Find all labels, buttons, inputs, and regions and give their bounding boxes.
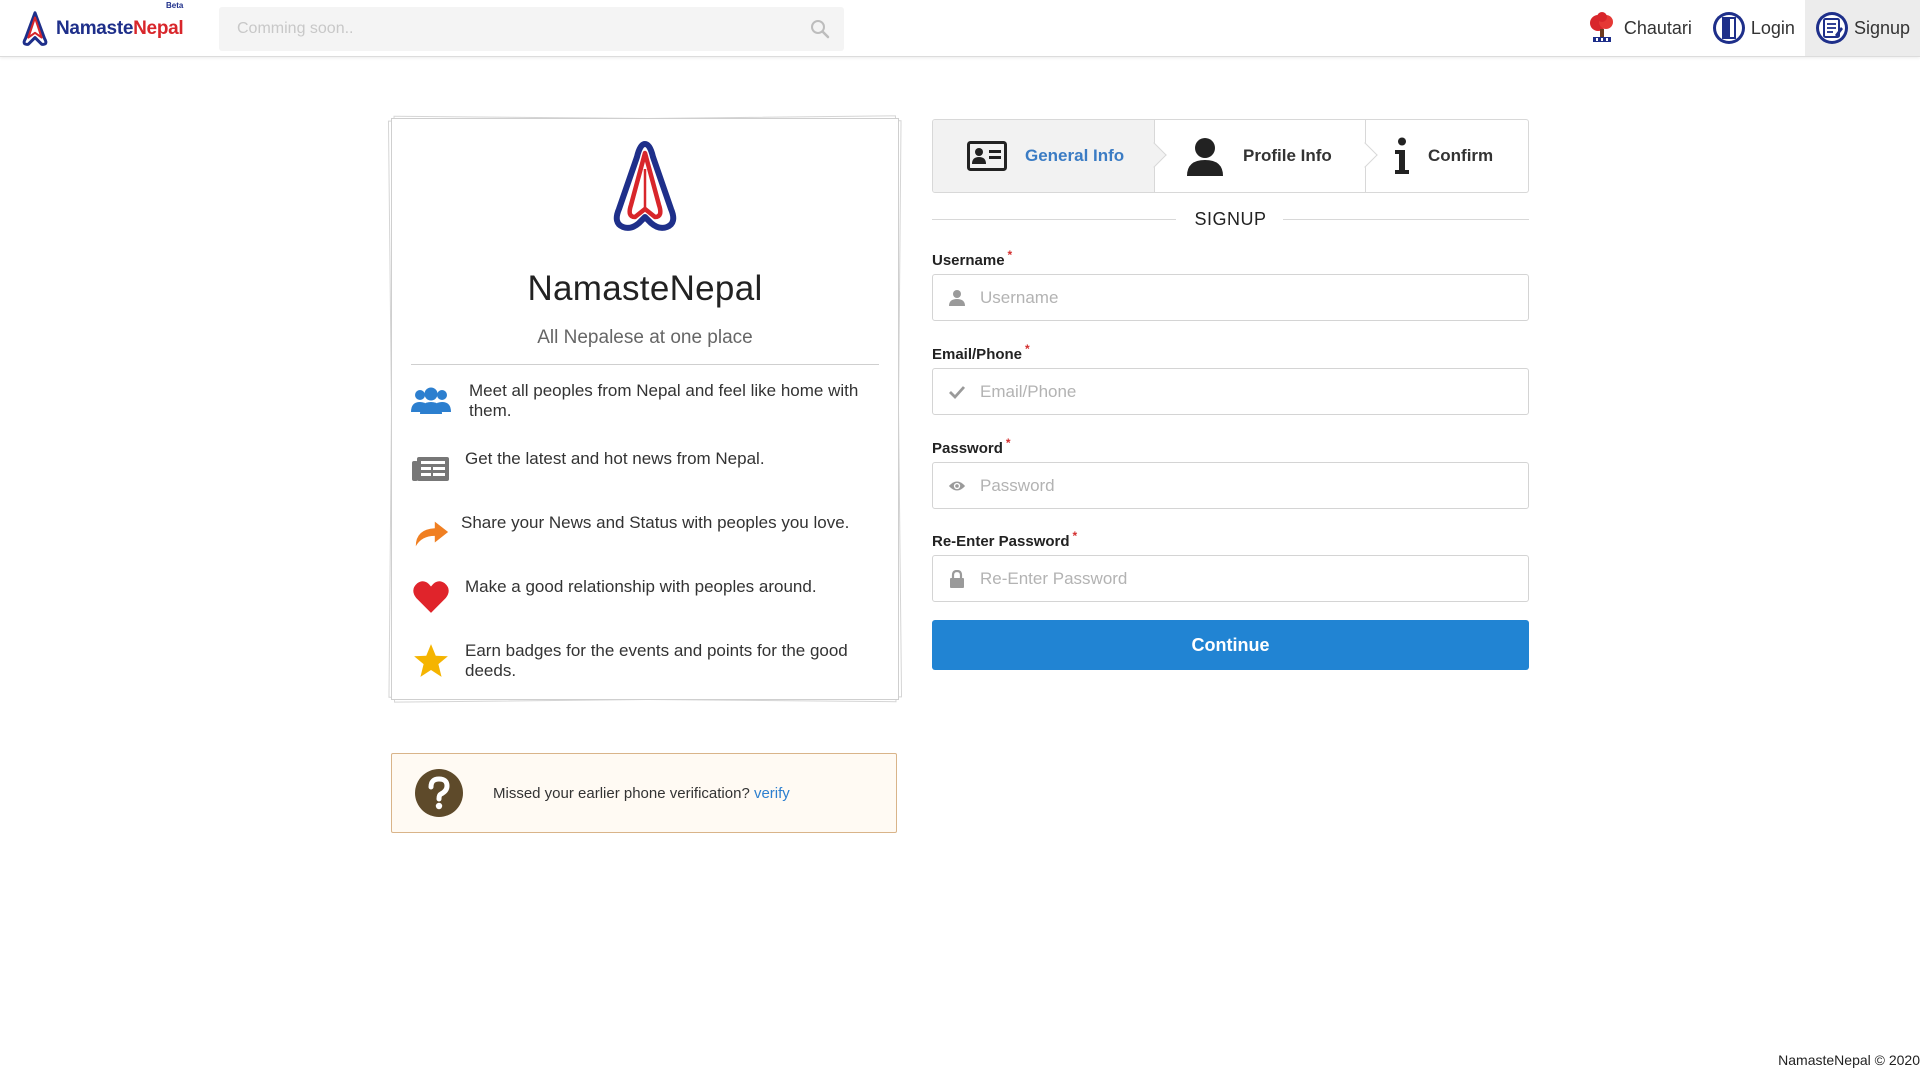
username-input[interactable]	[966, 275, 1528, 320]
username-field	[932, 274, 1529, 321]
phone-verification-notice: Missed your earlier phone verification? …	[391, 753, 897, 833]
search-icon[interactable]	[810, 19, 830, 39]
nav-login[interactable]: Login	[1702, 0, 1805, 56]
card-divider	[411, 364, 879, 365]
notice-text: Missed your earlier phone verification? …	[493, 785, 790, 802]
nav-links: Chautari Login Signup	[1575, 0, 1920, 56]
feature-item: Share your News and Status with peoples …	[409, 513, 878, 553]
step-general-label: General Info	[1025, 146, 1125, 165]
step-profile-label: Profile Info	[1243, 146, 1332, 165]
user-icon	[949, 289, 965, 306]
password-input[interactable]	[966, 463, 1528, 508]
signup-title: SIGNUP	[1194, 209, 1267, 229]
share-icon	[409, 513, 453, 553]
namaste-hands-logo	[613, 141, 677, 231]
signup-steps: General Info Profile Info Confirm	[932, 119, 1529, 193]
check-icon	[949, 385, 966, 399]
namaste-logo-icon	[22, 11, 48, 46]
user-icon	[1187, 138, 1223, 176]
verify-link[interactable]: verify	[754, 785, 790, 802]
feature-text: Earn badges for the events and points fo…	[465, 641, 848, 680]
feature-text: Make a good relationship with peoples ar…	[465, 577, 817, 596]
username-label: Username *	[932, 248, 1013, 269]
card-tagline: All Nepalese at one place	[537, 327, 753, 348]
step-general-info[interactable]: General Info	[933, 120, 1167, 192]
search-bar	[219, 7, 844, 51]
reenter-password-label: Re-Enter Password *	[932, 529, 1078, 550]
feature-text: Get the latest and hot news from Nepal.	[465, 449, 765, 468]
nav-chautari[interactable]: Chautari	[1575, 0, 1702, 56]
step-profile-info[interactable]: Profile Info	[1154, 120, 1378, 192]
brand-logo[interactable]: NamasteNepal	[16, 10, 184, 48]
info-icon	[1395, 137, 1409, 174]
footer-copyright: NamasteNepal © 2020	[1778, 1052, 1920, 1068]
intro-card: NamasteNepal All Nepalese at one place M…	[391, 118, 899, 700]
nav-chautari-label: Chautari	[1623, 17, 1692, 38]
reenter-password-input[interactable]	[966, 556, 1528, 601]
newspaper-icon	[409, 449, 453, 489]
continue-button[interactable]: Continue	[932, 620, 1529, 670]
users-icon	[409, 381, 453, 421]
eye-icon	[948, 481, 966, 490]
email-phone-input[interactable]	[966, 369, 1528, 414]
id-card-icon	[967, 141, 1007, 171]
reenter-password-field	[932, 555, 1529, 602]
feature-item: Make a good relationship with peoples ar…	[409, 577, 878, 617]
nav-signup[interactable]: Signup	[1804, 0, 1920, 56]
search-input[interactable]	[219, 7, 844, 51]
register-icon	[1815, 12, 1848, 44]
email-phone-label: Email/Phone *	[932, 342, 1030, 363]
brand-name: NamasteNepal	[56, 18, 184, 39]
question-icon	[415, 769, 463, 817]
star-icon	[409, 641, 453, 681]
door-icon	[1712, 12, 1745, 44]
top-navbar: NamasteNepal Beta Chautari	[0, 0, 1920, 57]
feature-item: Get the latest and hot news from Nepal.	[409, 449, 878, 489]
feature-text: Share your News and Status with peoples …	[461, 513, 850, 532]
password-field	[932, 462, 1529, 509]
email-phone-field	[932, 368, 1529, 415]
heart-icon	[409, 577, 453, 617]
step-confirm-label: Confirm	[1428, 146, 1494, 165]
lock-icon	[950, 569, 964, 588]
notice-message: Missed your earlier phone verification?	[493, 784, 750, 802]
card-title: NamasteNepal	[527, 269, 763, 308]
feature-text: Meet all peoples from Nepal and feel lik…	[469, 381, 859, 420]
step-confirm[interactable]: Confirm	[1365, 120, 1528, 192]
password-label: Password *	[932, 436, 1011, 457]
nav-signup-label: Signup	[1853, 17, 1910, 38]
beta-badge: Beta	[166, 1, 184, 10]
signup-heading: SIGNUP	[932, 208, 1529, 230]
feature-item: Meet all peoples from Nepal and feel lik…	[409, 381, 878, 421]
feature-item: Earn badges for the events and points fo…	[409, 641, 878, 681]
tree-icon	[1589, 12, 1613, 42]
nav-login-label: Login	[1750, 17, 1795, 38]
